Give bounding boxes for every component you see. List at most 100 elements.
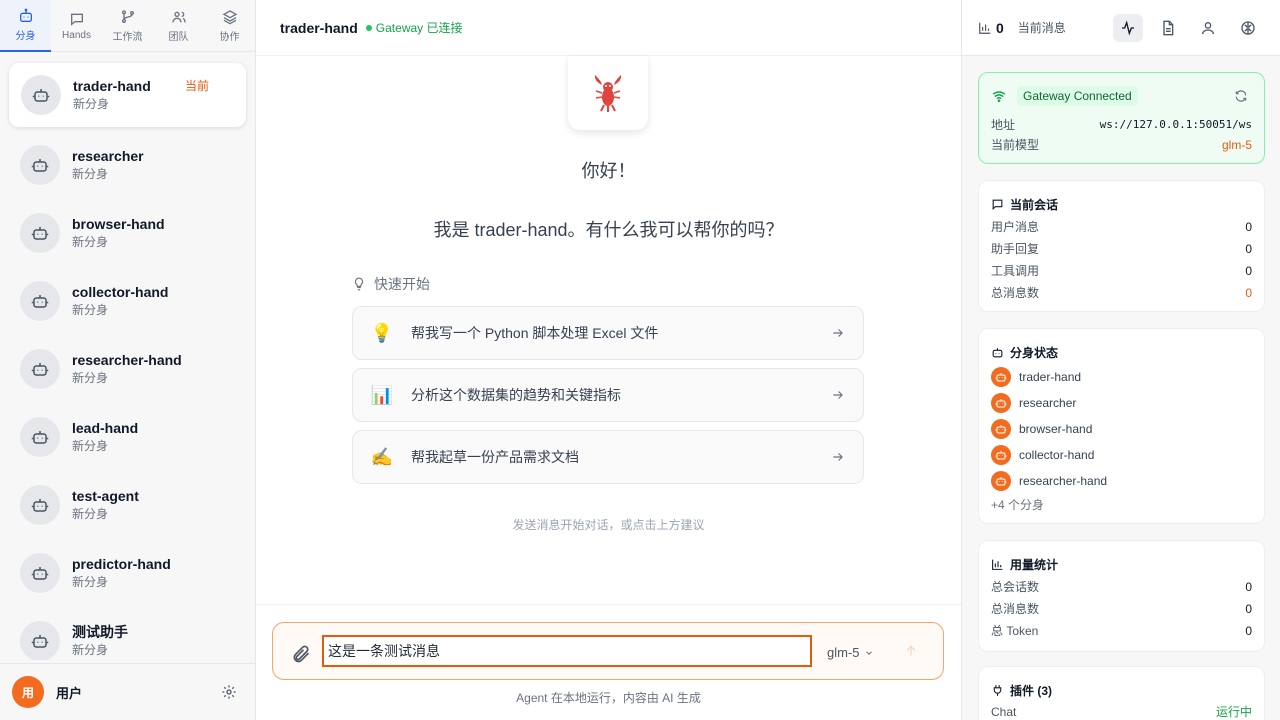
agent-name: test-agent [72, 488, 139, 504]
stat-row: 总会话数 0 [991, 576, 1252, 598]
hand-rows: trader-hand researcher browser-hand collect… [991, 364, 1252, 494]
tab-label: 团队 [168, 32, 189, 43]
stat-value: 0 [1245, 602, 1252, 616]
agent-avatar [20, 349, 60, 389]
tab-team[interactable]: 团队 [153, 0, 204, 52]
paperclip-icon[interactable] [291, 644, 311, 664]
agent-text: collector-hand 新分身 [72, 283, 168, 319]
tab-collab[interactable]: 协作 [204, 0, 255, 52]
agent-text: lead-hand 新分身 [72, 419, 138, 455]
brain-icon [1241, 21, 1255, 35]
lobster-icon [594, 75, 622, 112]
gateway-status: Gateway 已连接 [365, 19, 463, 36]
agent-item[interactable]: researcher-hand 新分身 [0, 335, 255, 403]
bot-icon [992, 347, 1003, 357]
chat-main: trader-hand Gateway 已连接 你好！ 我是 trader-ha… [256, 0, 961, 720]
status-dot [365, 24, 372, 31]
agent-avatar [20, 417, 60, 457]
stat-row: 总消息数 0 [991, 282, 1252, 304]
bot-icon [31, 428, 49, 446]
tab-label: 分身 [15, 31, 36, 42]
stat-value: 0 [1245, 220, 1252, 234]
chat-icon [70, 13, 83, 26]
usage-title: 用量统计 [991, 553, 1252, 575]
hand-name: researcher [1019, 396, 1077, 410]
suggestion-card[interactable]: 💡 帮我写一个 Python 脚本处理 Excel 文件 [352, 306, 864, 360]
message-input[interactable] [322, 635, 812, 667]
bot-icon [32, 86, 50, 104]
stat-row: 总 Token 0 [991, 620, 1252, 642]
hands-status-card: 分身状态 trader-hand researcher browser-hand co… [978, 328, 1265, 524]
hand-name: collector-hand [1019, 448, 1095, 462]
agent-text: predictor-hand 新分身 [72, 555, 171, 591]
agent-name: browser-hand [72, 216, 165, 232]
agent-item[interactable]: 测试助手 新分身 [0, 607, 255, 660]
activity-button[interactable] [1113, 14, 1143, 42]
plugins-card: 插件 (3) Chat 运行中 [978, 666, 1265, 720]
current-badge: 当前 [185, 79, 210, 93]
agent-subtitle: 新分身 [72, 643, 109, 657]
message-count: 0 [996, 19, 1004, 36]
model-label: 当前模型 [991, 138, 1040, 152]
hand-status-item[interactable]: collector-hand [991, 442, 1252, 468]
hand-status-item[interactable]: browser-hand [991, 416, 1252, 442]
bot-icon [19, 8, 32, 22]
plugins-title: 插件 (3) [991, 679, 1252, 701]
stat-label: 工具调用 [991, 264, 1040, 278]
hand-status-item[interactable]: researcher [991, 390, 1252, 416]
agent-avatar [21, 75, 61, 115]
hands-title: 分身状态 [991, 341, 1252, 363]
document-button[interactable] [1153, 14, 1183, 42]
bot-icon [991, 419, 1011, 439]
nav-tabs: 分身 Hands 工作流 团队 协作 [0, 0, 255, 52]
team-icon [171, 11, 186, 23]
suggestion-card[interactable]: ✍️ 帮我起草一份产品需求文档 [352, 430, 864, 484]
send-icon[interactable] [903, 643, 919, 659]
stat-label: 总消息数 [991, 286, 1040, 300]
model-selector[interactable]: glm-5 [827, 645, 874, 660]
agent-text: 测试助手 新分身 [72, 623, 128, 659]
tab-workflow[interactable]: 工作流 [102, 0, 153, 52]
intro-text: 我是 trader-hand。有什么我可以帮你的吗？ [433, 220, 784, 240]
gear-icon[interactable] [221, 684, 237, 700]
composer-area: glm-5 Agent 在本地运行，内容由 AI 生成 [256, 604, 961, 720]
plugin-name: Chat [991, 705, 1017, 719]
suggestion-card[interactable]: 📊 分析这个数据集的趋势和关键指标 [352, 368, 864, 422]
agent-text: researcher 新分身 [72, 147, 144, 183]
session-card: 当前会话 用户消息 0 助手回复 0 工具调用 0 总消息数 0 [978, 180, 1265, 312]
gateway-address: ws://127.0.0.1:50051/ws [1099, 118, 1252, 131]
brain-button[interactable] [1233, 14, 1263, 42]
agent-subtitle: 新分身 [72, 439, 109, 453]
bot-icon [31, 224, 49, 242]
agent-name: lead-hand [72, 420, 139, 436]
workflow-icon [121, 10, 134, 23]
plug-icon [993, 684, 1002, 696]
agent-list: trader-hand 新分身 当前 researcher 新分身 browser-han… [0, 60, 255, 660]
agent-item[interactable]: trader-hand 新分身 当前 [9, 63, 246, 127]
hand-status-item[interactable]: researcher-hand [991, 468, 1252, 494]
tab-agents[interactable]: 分身 [0, 0, 51, 52]
stat-value: 0 [1245, 580, 1252, 594]
agent-item[interactable]: predictor-hand 新分身 [0, 539, 255, 607]
agent-name: researcher [72, 148, 144, 164]
agent-item[interactable]: collector-hand 新分身 [0, 267, 255, 335]
agent-item[interactable]: researcher 新分身 [0, 131, 255, 199]
plugin-status: 运行中 [1215, 705, 1252, 719]
agent-item[interactable]: test-agent 新分身 [0, 471, 255, 539]
tab-hands[interactable]: Hands [51, 0, 102, 52]
more-hands[interactable]: +4 个分身 [991, 494, 1252, 516]
usage-rows: 总会话数 0 总消息数 0 总 Token 0 [991, 576, 1252, 642]
agent-subtitle: 新分身 [72, 575, 109, 589]
refresh-icon[interactable] [1234, 89, 1248, 103]
info-panel: 0 当前消息 Gateway Connected 地址 ws://127.0.0… [961, 0, 1280, 720]
model-label: glm-5 [827, 645, 860, 660]
user-button[interactable] [1193, 14, 1223, 42]
agent-item[interactable]: lead-hand 新分身 [0, 403, 255, 471]
avatar[interactable]: 用 [12, 676, 44, 708]
stat-label: 总会话数 [991, 580, 1040, 594]
stat-value: 0 [1245, 286, 1252, 300]
hand-name: browser-hand [1019, 422, 1093, 436]
hand-status-item[interactable]: trader-hand [991, 364, 1252, 390]
agent-item[interactable]: browser-hand 新分身 [0, 199, 255, 267]
gateway-model-row: 当前模型 glm-5 [991, 135, 1252, 155]
